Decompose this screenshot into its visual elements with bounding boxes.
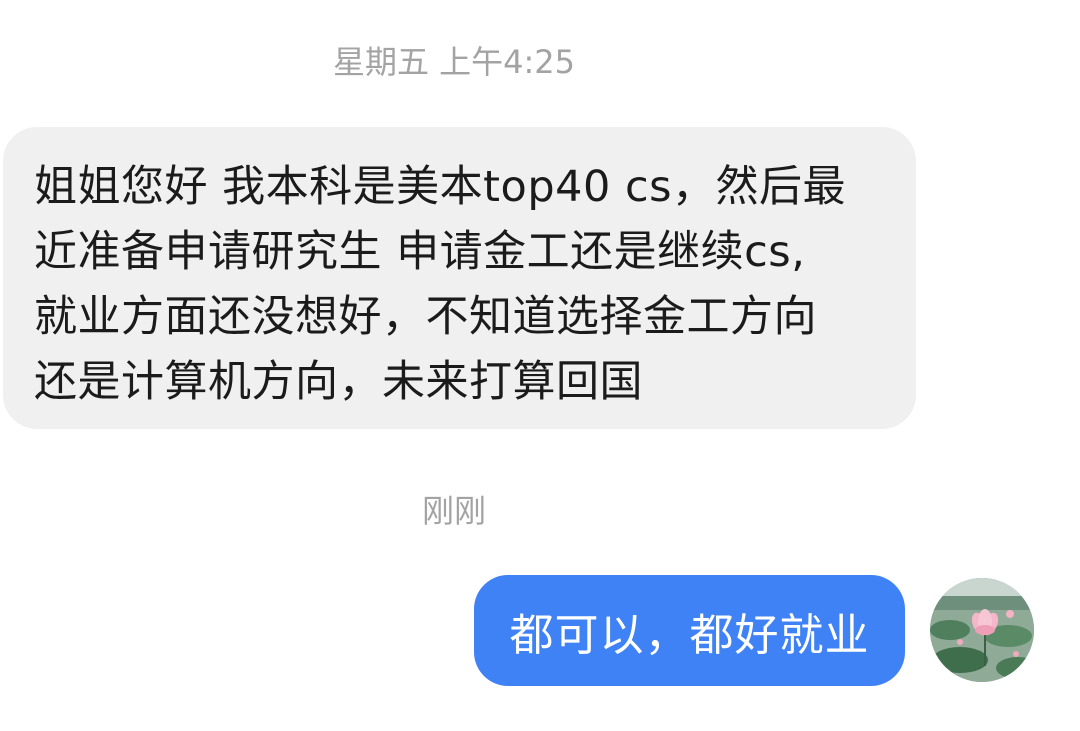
avatar[interactable]: [930, 578, 1034, 682]
outgoing-message-bubble[interactable]: 都可以，都好就业: [474, 575, 905, 686]
message-timestamp: 星期五 上午4:25: [332, 43, 576, 81]
message-text: 都可以，都好就业: [509, 609, 870, 661]
message-text-line: 就业方面还没想好，不知道选择金工方向: [34, 292, 817, 342]
message-text-line: 近准备申请研究生 申请金工还是继续cs,: [34, 227, 806, 277]
message-timestamp: 刚刚: [421, 492, 486, 530]
lotus-pond-photo-icon: [930, 578, 1034, 682]
incoming-message-bubble[interactable]: 姐姐您好 我本科是美本top40 cs，然后最 近准备申请研究生 申请金工还是继…: [3, 127, 916, 429]
message-text-line: 还是计算机方向，未来打算回国: [34, 357, 643, 407]
message-text-line: 姐姐您好 我本科是美本top40 cs，然后最: [34, 162, 847, 212]
